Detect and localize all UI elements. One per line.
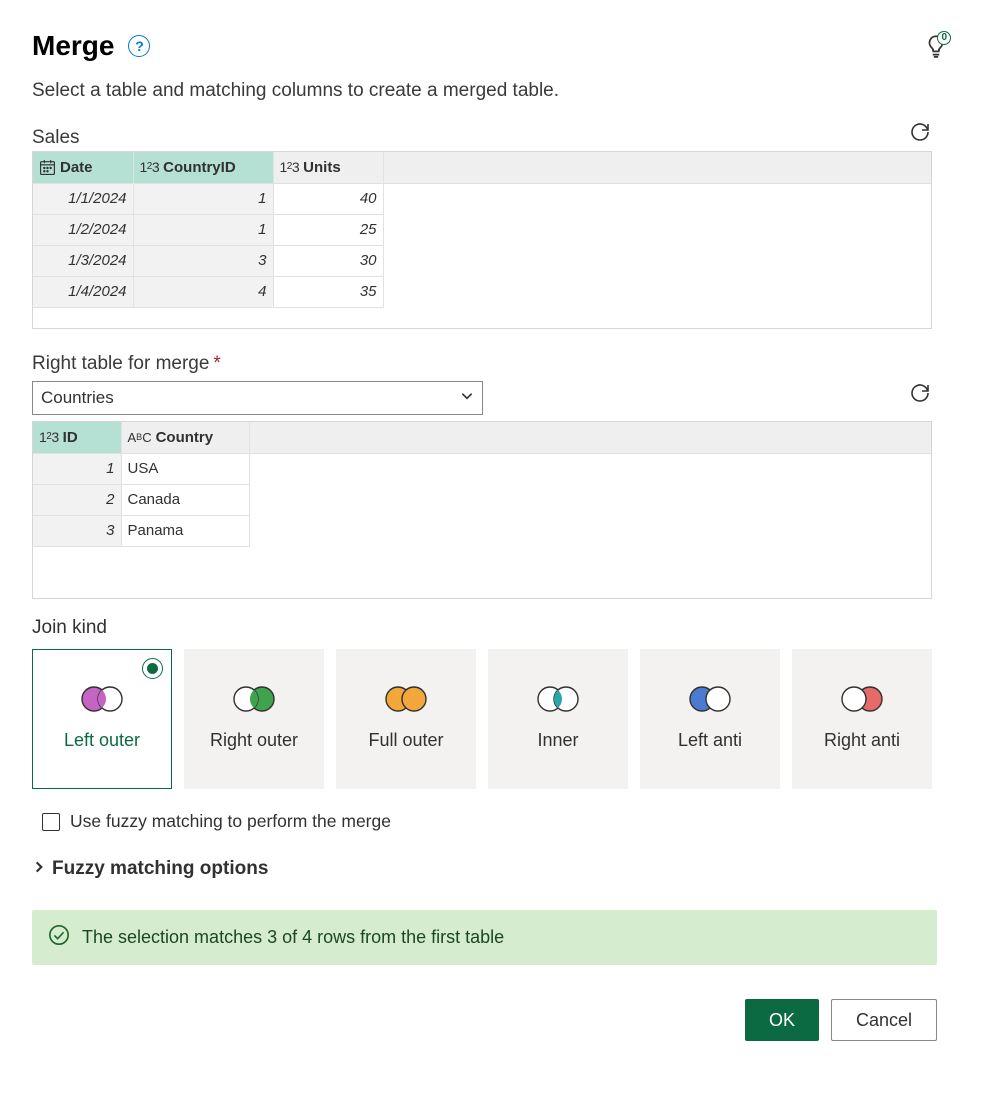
left-table-label: Sales (32, 127, 80, 149)
refresh-right-icon[interactable] (908, 381, 932, 410)
dialog-footer: OK Cancel (32, 999, 937, 1041)
join-kind-label: Join kind (32, 617, 949, 639)
fuzzy-options-expander[interactable]: Fuzzy matching options (32, 858, 949, 880)
radio-selected-icon (142, 658, 163, 679)
fuzzy-options-label: Fuzzy matching options (52, 858, 268, 880)
table-row[interactable]: 1/4/2024435 (33, 276, 931, 307)
cancel-button[interactable]: Cancel (831, 999, 937, 1041)
venn-left-anti-icon (687, 685, 733, 713)
right-table-grid[interactable]: 123 ID ABC Country 1USA 2Canada 3Panama (32, 421, 932, 599)
fuzzy-checkbox[interactable] (42, 813, 60, 831)
table-row[interactable]: 1/1/2024140 (33, 183, 931, 214)
chevron-right-icon (32, 860, 46, 879)
dialog-header: Merge ? 0 (32, 30, 949, 62)
join-option-label: Inner (537, 729, 578, 752)
venn-inner-icon (535, 685, 581, 713)
venn-right-outer-icon (231, 685, 277, 713)
table-row[interactable]: 2Canada (33, 484, 931, 515)
right-table-dropdown[interactable]: Countries (32, 381, 483, 415)
join-option-full-outer[interactable]: Full outer (336, 649, 476, 789)
venn-full-outer-icon (383, 685, 429, 713)
number-type-icon: 123 (280, 159, 300, 175)
table-row[interactable]: 3Panama (33, 515, 931, 546)
col-header-rest (383, 152, 931, 183)
date-type-icon (39, 159, 56, 176)
col-header-country[interactable]: ABC Country (121, 422, 249, 453)
right-table-section-label: Right table for merge* (32, 353, 949, 375)
refresh-left-icon[interactable] (908, 120, 932, 149)
join-option-label: Left outer (64, 729, 140, 752)
number-type-icon: 123 (140, 159, 160, 175)
tips-badge: 0 (937, 31, 951, 45)
tips-icon[interactable]: 0 (923, 33, 949, 59)
join-option-right-outer[interactable]: Right outer (184, 649, 324, 789)
dropdown-selected: Countries (41, 388, 114, 408)
number-type-icon: 123 (39, 429, 59, 445)
join-option-label: Right anti (824, 729, 900, 752)
join-option-label: Left anti (678, 729, 742, 752)
left-table-grid[interactable]: Date 123 CountryID 123 Units 1/1/2024140… (32, 151, 932, 329)
col-header-date[interactable]: Date (33, 152, 133, 183)
join-kind-options: Left outer Right outer Full outer Inner … (32, 649, 949, 789)
table-row[interactable]: 1/3/2024330 (33, 245, 931, 276)
join-option-label: Full outer (368, 729, 443, 752)
join-option-left-anti[interactable]: Left anti (640, 649, 780, 789)
venn-left-outer-icon (79, 685, 125, 713)
table-row[interactable]: 1/2/2024125 (33, 214, 931, 245)
table-row[interactable]: 1USA (33, 453, 931, 484)
dialog-title: Merge (32, 30, 114, 62)
join-option-left-outer[interactable]: Left outer (32, 649, 172, 789)
join-option-label: Right outer (210, 729, 298, 752)
help-icon[interactable]: ? (128, 35, 150, 57)
fuzzy-checkbox-label: Use fuzzy matching to perform the merge (70, 811, 391, 832)
join-option-right-anti[interactable]: Right anti (792, 649, 932, 789)
col-header-units[interactable]: 123 Units (273, 152, 383, 183)
col-header-id[interactable]: 123 ID (33, 422, 121, 453)
match-status-bar: The selection matches 3 of 4 rows from t… (32, 910, 937, 965)
join-option-inner[interactable]: Inner (488, 649, 628, 789)
match-status-message: The selection matches 3 of 4 rows from t… (82, 927, 504, 948)
text-type-icon: ABC (128, 430, 152, 445)
ok-button[interactable]: OK (745, 999, 819, 1041)
col-header-rest (249, 422, 931, 453)
chevron-down-icon (460, 389, 474, 408)
col-header-countryid[interactable]: 123 CountryID (133, 152, 273, 183)
venn-right-anti-icon (839, 685, 885, 713)
dialog-subtitle: Select a table and matching columns to c… (32, 80, 949, 102)
checkmark-icon (48, 924, 70, 951)
